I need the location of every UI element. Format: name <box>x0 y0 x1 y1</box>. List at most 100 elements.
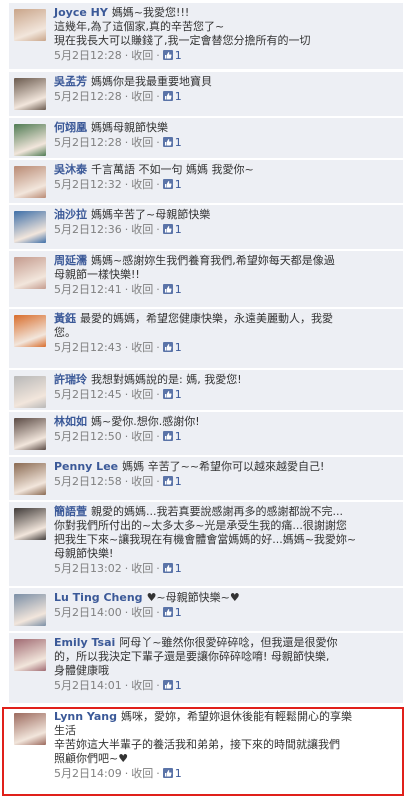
avatar[interactable] <box>14 257 46 289</box>
unlike-link[interactable]: 收回 <box>131 606 153 619</box>
avatar[interactable] <box>14 639 46 671</box>
like-count-button[interactable]: 1 <box>162 90 182 103</box>
comment-author[interactable]: Emily Tsai <box>54 636 115 649</box>
avatar[interactable] <box>14 9 46 41</box>
comment-timestamp[interactable]: 5月2日12:45 <box>54 388 122 401</box>
avatar[interactable] <box>14 376 46 408</box>
like-count-button[interactable]: 1 <box>162 49 182 62</box>
separator: · <box>124 767 129 780</box>
unlike-link[interactable]: 收回 <box>131 283 153 296</box>
separator: · <box>156 178 160 191</box>
comment-timestamp[interactable]: 5月2日12:28 <box>54 136 122 149</box>
like-count-button[interactable]: 1 <box>162 223 182 236</box>
avatar[interactable] <box>14 166 46 198</box>
like-count-button[interactable]: 1 <box>162 767 182 780</box>
avatar[interactable] <box>14 211 46 243</box>
like-count-button[interactable]: 1 <box>162 606 182 619</box>
comment-author[interactable]: 簡語萱 <box>54 505 87 518</box>
comment-timestamp[interactable]: 5月2日12:58 <box>54 475 122 488</box>
unlike-link[interactable]: 收回 <box>131 90 153 103</box>
unlike-link[interactable]: 收回 <box>131 341 153 354</box>
separator: · <box>156 341 160 354</box>
thumbs-up-icon <box>162 179 173 189</box>
comment-author[interactable]: Penny Lee <box>54 460 118 473</box>
comment-timestamp[interactable]: 5月2日12:50 <box>54 430 122 443</box>
comment-timestamp[interactable]: 5月2日12:36 <box>54 223 122 236</box>
unlike-link[interactable]: 收回 <box>131 49 153 62</box>
comment-author[interactable]: 吳沐泰 <box>54 163 87 176</box>
thumbs-up-icon <box>162 680 173 690</box>
unlike-link[interactable]: 收回 <box>131 767 153 780</box>
comment-timestamp[interactable]: 5月2日14:00 <box>54 606 122 619</box>
unlike-link[interactable]: 收回 <box>131 430 153 443</box>
thumbs-up-icon <box>162 284 173 294</box>
comment-text: 媽媽~我愛您!!! <box>111 6 190 19</box>
comment-author[interactable]: 林如如 <box>54 415 87 428</box>
avatar[interactable] <box>14 124 46 156</box>
comment-timestamp[interactable]: 5月2日12:41 <box>54 283 122 296</box>
comment-timestamp[interactable]: 5月2日12:32 <box>54 178 122 191</box>
unlike-link[interactable]: 收回 <box>131 223 153 236</box>
like-count: 1 <box>174 136 182 149</box>
comment-timestamp[interactable]: 5月2日12:28 <box>54 90 122 103</box>
unlike-link[interactable]: 收回 <box>131 178 153 191</box>
avatar[interactable] <box>14 418 46 450</box>
comment-author[interactable]: Lynn Yang <box>54 710 117 723</box>
comment-meta: 5月2日12:28 · 收回 · 1 <box>54 49 397 63</box>
separator: · <box>156 283 160 296</box>
unlike-link[interactable]: 收回 <box>131 136 153 149</box>
comment-timestamp[interactable]: 5月2日14:09 <box>54 767 122 780</box>
separator: · <box>156 767 160 780</box>
like-count-button[interactable]: 1 <box>162 475 182 488</box>
comment-timestamp[interactable]: 5月2日13:02 <box>54 562 122 575</box>
comment-author[interactable]: 周延濡 <box>54 254 87 267</box>
comment-meta: 5月2日14:09 · 收回 · 1 <box>54 767 397 781</box>
unlike-link[interactable]: 收回 <box>131 562 153 575</box>
comment-timestamp[interactable]: 5月2日14:01 <box>54 679 122 692</box>
separator: · <box>124 90 129 103</box>
comment-timestamp[interactable]: 5月2日12:28 <box>54 49 122 62</box>
comment-meta: 5月2日14:00 · 收回 · 1 <box>54 606 397 620</box>
unlike-link[interactable]: 收回 <box>131 475 153 488</box>
avatar[interactable] <box>14 463 46 495</box>
comment-item: 何翊凰 媽媽母親節快樂 5月2日12:28 · 收回 · 1 <box>9 118 403 159</box>
comment-meta: 5月2日14:01 · 收回 · 1 <box>54 679 397 693</box>
comment-author[interactable]: Lu Ting Cheng <box>54 591 143 604</box>
like-count-button[interactable]: 1 <box>162 178 182 191</box>
comment-meta: 5月2日13:02 · 收回 · 1 <box>54 562 397 576</box>
like-count-button[interactable]: 1 <box>162 388 182 401</box>
separator: · <box>124 283 129 296</box>
comment-meta: 5月2日12:45 · 收回 · 1 <box>54 388 397 402</box>
comment-author[interactable]: 油沙拉 <box>54 208 87 221</box>
avatar[interactable] <box>14 315 46 347</box>
comment-item: 簡語萱 親愛的媽媽...我若真要說感謝再多的感謝都說不完... 你對我們所付出的~太… <box>9 502 403 587</box>
like-count: 1 <box>174 606 182 619</box>
unlike-link[interactable]: 收回 <box>131 388 153 401</box>
avatar[interactable] <box>14 713 46 745</box>
avatar[interactable] <box>14 508 46 540</box>
comment-text: 辛苦妳這大半輩子的養活我和弟弟，接下來的時間就讓我們 <box>54 738 340 751</box>
like-count: 1 <box>174 475 182 488</box>
comment-timestamp[interactable]: 5月2日12:43 <box>54 341 122 354</box>
comment-text: 的，所以我決定下輩子還是要讓你碎碎唸唷! 母親節快樂, <box>54 650 330 663</box>
comment-text: 母親節快樂! <box>54 547 114 560</box>
separator: · <box>124 178 129 191</box>
avatar[interactable] <box>14 78 46 110</box>
like-count-button[interactable]: 1 <box>162 430 182 443</box>
comment-author[interactable]: 吳孟芳 <box>54 75 87 88</box>
comment-text: 阿母丫~雖然你很愛碎碎唸，但我還是很愛你 <box>119 636 338 649</box>
unlike-link[interactable]: 收回 <box>131 679 153 692</box>
like-count-button[interactable]: 1 <box>162 283 182 296</box>
comment-author[interactable]: 何翊凰 <box>54 121 87 134</box>
comment-author[interactable]: 許瑞玲 <box>54 373 87 386</box>
like-count-button[interactable]: 1 <box>162 679 182 692</box>
avatar[interactable] <box>14 594 46 626</box>
comment-author[interactable]: Joyce HY <box>54 6 108 19</box>
comment-author[interactable]: 黃鈺 <box>54 312 76 325</box>
like-count: 1 <box>174 90 182 103</box>
like-count-button[interactable]: 1 <box>162 562 182 575</box>
like-count-button[interactable]: 1 <box>162 136 182 149</box>
like-count-button[interactable]: 1 <box>162 341 182 354</box>
comment-text: 千言萬語 不如一句 媽媽 我愛你~ <box>91 163 254 176</box>
thumbs-up-icon <box>162 137 173 147</box>
